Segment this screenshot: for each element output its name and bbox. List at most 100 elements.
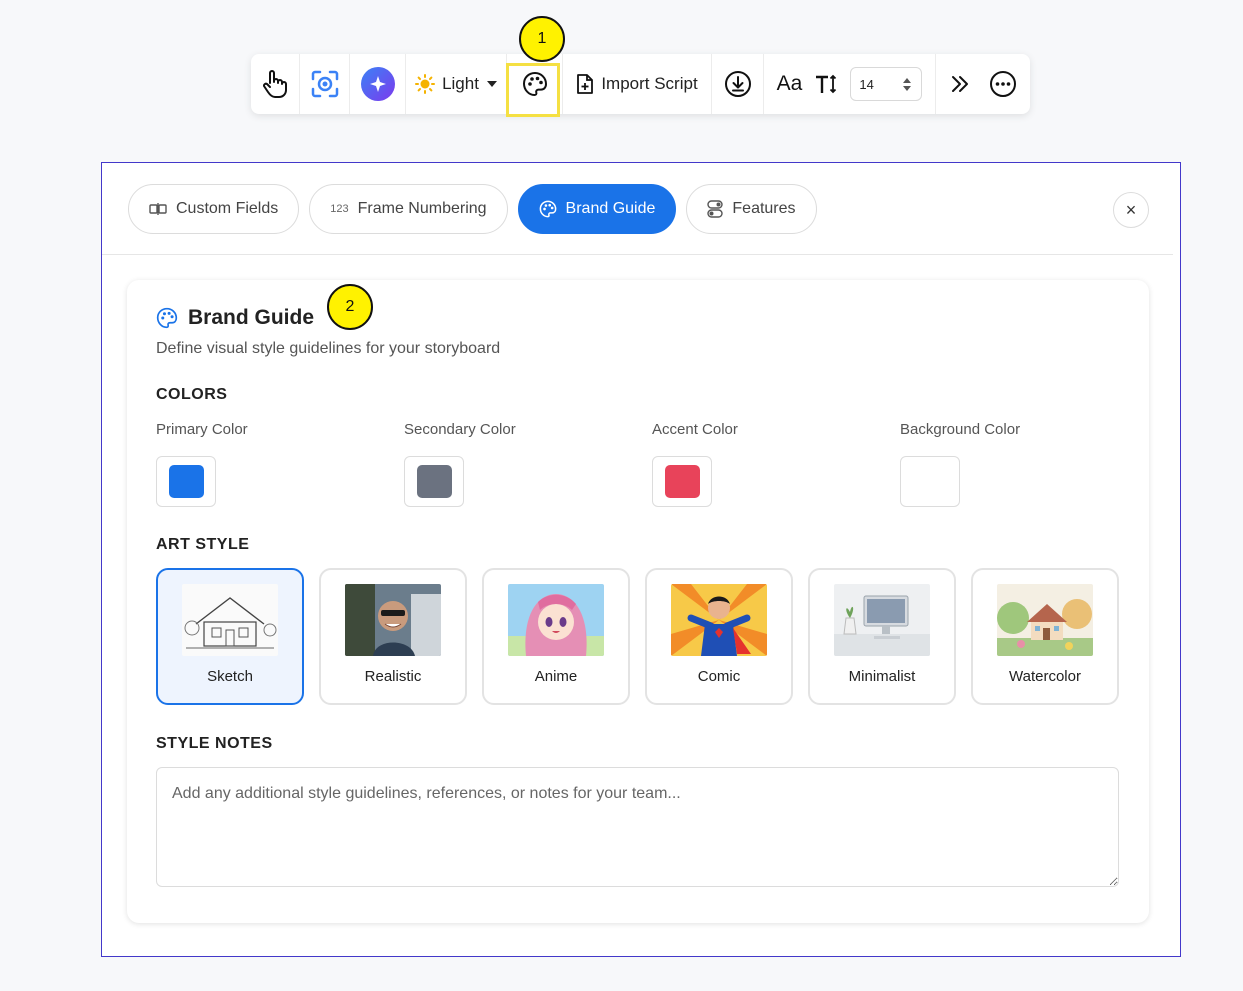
secondary-color-field: Secondary Color xyxy=(404,421,516,507)
art-style-label: Comic xyxy=(697,668,741,685)
realistic-photo-image xyxy=(345,584,441,656)
tab-brand-guide[interactable]: Brand Guide xyxy=(517,184,677,234)
accent-color-picker[interactable] xyxy=(652,456,712,507)
tab-divider xyxy=(102,254,1173,255)
custom-fields-icon xyxy=(149,203,167,215)
art-style-heading: ART STYLE xyxy=(156,536,250,553)
primary-color-field: Primary Color xyxy=(156,421,248,507)
stepper-up-icon[interactable] xyxy=(903,77,912,83)
more-options-icon xyxy=(990,71,1016,97)
font-size-stepper[interactable]: 14 xyxy=(850,67,923,101)
import-script-button[interactable]: Import Script xyxy=(576,73,698,95)
page-title-text: Brand Guide xyxy=(188,306,315,329)
toolbar-section-ai xyxy=(350,54,406,114)
sketch-house-image xyxy=(182,584,278,656)
screen-capture-button[interactable] xyxy=(310,69,340,99)
toggle-icon xyxy=(707,200,724,218)
sun-icon xyxy=(415,74,436,94)
color-swatch xyxy=(664,465,700,498)
art-style-realistic[interactable]: Realistic xyxy=(319,568,467,705)
minimalist-desk-image xyxy=(834,584,930,656)
tab-label: Brand Guide xyxy=(565,200,656,217)
secondary-color-picker[interactable] xyxy=(404,456,464,507)
color-swatch xyxy=(912,465,948,498)
palette-icon xyxy=(156,307,178,329)
numbering-icon: 123 xyxy=(330,203,349,215)
tab-custom-fields[interactable]: Custom Fields xyxy=(128,184,300,234)
page-title: Brand Guide xyxy=(156,306,314,330)
double-chevron-right-icon xyxy=(952,76,968,92)
toolbar-section-pointer xyxy=(251,54,300,114)
art-style-anime[interactable]: Anime xyxy=(482,568,630,705)
tab-label: Frame Numbering xyxy=(357,200,487,217)
toolbar-section-capture xyxy=(300,54,350,114)
color-label: Primary Color xyxy=(156,421,248,438)
settings-dialog: Custom Fields 123 Frame Numbering Brand … xyxy=(101,162,1181,957)
style-notes-heading: STYLE NOTES xyxy=(156,735,273,752)
art-style-comic[interactable]: Comic xyxy=(645,568,793,705)
download-button[interactable] xyxy=(724,70,752,98)
watercolor-house-image xyxy=(997,584,1093,656)
style-notes-textarea[interactable] xyxy=(156,767,1119,887)
toolbar: Light Import Script Aa 14 xyxy=(251,54,1030,114)
art-style-label: Sketch xyxy=(207,668,253,685)
background-color-field: Background Color xyxy=(900,421,1020,507)
art-style-sketch[interactable]: Sketch xyxy=(156,568,304,705)
accent-color-field: Accent Color xyxy=(652,421,738,507)
close-button[interactable]: × xyxy=(1113,192,1149,228)
color-swatch xyxy=(416,465,452,498)
color-label: Secondary Color xyxy=(404,421,516,438)
hand-pointer-icon xyxy=(263,70,287,98)
toolbar-section-theme: Light xyxy=(406,54,507,114)
palette-icon xyxy=(522,71,547,97)
art-style-label: Realistic xyxy=(364,668,422,685)
chevron-down-icon xyxy=(486,81,497,87)
ai-sparkle-icon xyxy=(369,76,386,92)
color-swatch xyxy=(168,465,204,498)
text-size-icon xyxy=(816,74,837,94)
color-label: Accent Color xyxy=(652,421,738,438)
tab-frame-numbering[interactable]: 123 Frame Numbering xyxy=(309,184,508,234)
import-script-label: Import Script xyxy=(601,74,698,93)
expand-button[interactable] xyxy=(949,73,971,95)
toolbar-section-import: Import Script xyxy=(563,54,712,114)
close-icon: × xyxy=(1125,199,1137,220)
download-icon xyxy=(724,71,751,97)
toolbar-section-palette xyxy=(507,54,563,114)
colors-heading: COLORS xyxy=(156,386,228,403)
art-style-minimalist[interactable]: Minimalist xyxy=(808,568,956,705)
page-subtitle: Define visual style guidelines for your … xyxy=(156,340,501,357)
art-style-label: Watercolor xyxy=(1009,668,1081,685)
toolbar-section-text: Aa 14 xyxy=(764,54,936,114)
font-size-value: 14 xyxy=(859,76,874,92)
import-file-icon xyxy=(577,74,594,94)
brand-guide-card: Brand Guide Define visual style guidelin… xyxy=(127,280,1149,923)
screen-capture-icon xyxy=(311,70,338,98)
art-style-watercolor[interactable]: Watercolor xyxy=(971,568,1119,705)
tab-label: Custom Fields xyxy=(176,200,279,217)
tab-bar: Custom Fields 123 Frame Numbering Brand … xyxy=(128,184,817,234)
font-family-button[interactable]: Aa xyxy=(777,72,803,96)
art-style-options: Sketch Realistic Anime Comic Minimalist … xyxy=(156,568,1119,705)
comic-hero-image xyxy=(671,584,767,656)
hand-pointer-button[interactable] xyxy=(261,69,289,99)
step-marker-2: 2 xyxy=(327,284,373,330)
primary-color-picker[interactable] xyxy=(156,456,216,507)
theme-label: Light xyxy=(442,74,479,93)
toolbar-section-download xyxy=(712,54,764,114)
theme-dropdown[interactable]: Light xyxy=(415,74,497,94)
ai-assistant-button[interactable] xyxy=(360,67,395,101)
palette-icon xyxy=(539,200,556,218)
background-color-picker[interactable] xyxy=(900,456,960,507)
text-size-button[interactable] xyxy=(814,73,838,95)
anime-character-image xyxy=(508,584,604,656)
toolbar-section-more xyxy=(936,54,1030,114)
more-options-button[interactable] xyxy=(989,70,1017,98)
brand-guide-button[interactable] xyxy=(522,71,548,97)
tab-label: Features xyxy=(732,200,796,217)
tab-features[interactable]: Features xyxy=(686,184,817,234)
art-style-label: Anime xyxy=(534,668,578,685)
step-marker-1: 1 xyxy=(519,16,565,62)
stepper-down-icon[interactable] xyxy=(903,85,912,91)
color-label: Background Color xyxy=(900,421,1021,438)
